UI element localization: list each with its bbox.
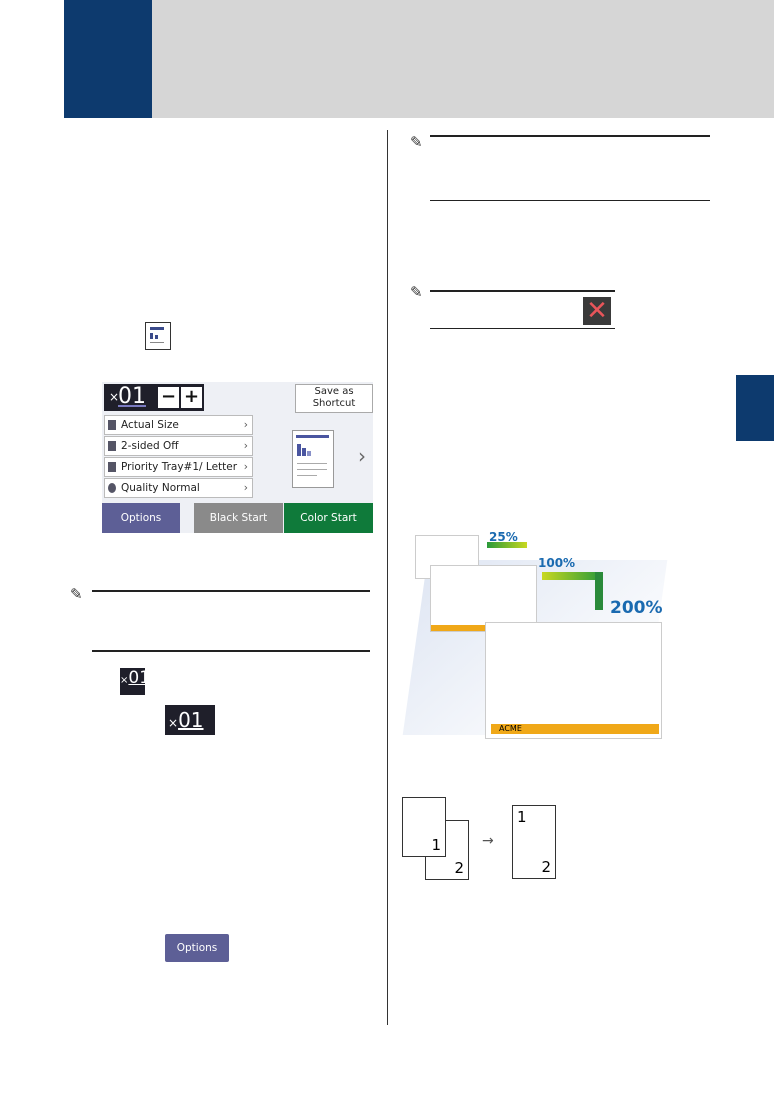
save-as-shortcut-button[interactable]: Save as Shortcut	[295, 384, 373, 413]
row-label: Actual Size	[121, 419, 179, 431]
note-rule-bottom	[430, 200, 710, 201]
next-page-chevron-icon[interactable]: ›	[358, 444, 366, 468]
note-rule-top	[430, 135, 710, 137]
row-label: Quality Normal	[121, 482, 200, 494]
enlarge-reduce-illustration: ACME 25% 100% 200%	[402, 530, 675, 740]
label-25: 25%	[489, 530, 518, 544]
label-100: 100%	[538, 556, 576, 570]
lcd-copy-screen: × 01 − + Save as Shortcut Actual Size › 2…	[102, 382, 373, 533]
setting-row-tray[interactable]: Priority Tray#1/ Letter ›	[104, 457, 253, 477]
chevron-right-icon: ›	[243, 461, 248, 473]
duplex-result-page: 12	[512, 805, 556, 879]
chapter-side-tab	[736, 375, 774, 441]
options-button[interactable]: Options	[102, 503, 180, 533]
chapter-header	[64, 0, 774, 118]
duplex-illustration: 2 1 → 12	[400, 795, 560, 885]
black-start-button[interactable]: Black Start	[194, 503, 283, 533]
enlarge-arrow	[542, 572, 602, 580]
close-x-icon: ✕	[583, 297, 611, 325]
copy-icon	[145, 322, 171, 350]
document-preview-icon	[292, 430, 334, 488]
setting-row-2sided[interactable]: 2-sided Off ›	[104, 436, 253, 456]
column-divider	[387, 130, 388, 1025]
copy-count-badge: ×01	[120, 668, 150, 695]
setting-row-quality[interactable]: Quality Normal ›	[104, 478, 253, 498]
page-1: 1	[402, 797, 446, 857]
note-rule-top	[430, 290, 615, 292]
enlarge-arrow-stem	[595, 572, 603, 610]
note-rule-bottom	[430, 328, 615, 329]
color-start-button[interactable]: Color Start	[284, 503, 373, 533]
chevron-right-icon: ›	[243, 482, 248, 494]
size-icon	[108, 420, 116, 430]
row-label: Priority Tray#1/ Letter	[121, 461, 238, 473]
note-pencil-icon: ✎	[410, 133, 423, 151]
plus-button[interactable]: +	[181, 387, 202, 408]
quality-icon	[108, 483, 116, 493]
note-rule-top	[92, 590, 370, 592]
note-pencil-icon: ✎	[410, 283, 423, 301]
count-value: 01	[118, 384, 146, 409]
minus-button[interactable]: −	[158, 387, 179, 408]
copy-count-display[interactable]: × 01 − +	[104, 384, 204, 411]
options-button[interactable]: Options	[165, 934, 229, 962]
copy-count-badge: ×01	[165, 705, 215, 735]
arrow-right-icon: →	[482, 833, 494, 849]
row-label: 2-sided Off	[121, 440, 179, 452]
page-200: ACME	[485, 622, 662, 739]
setting-row-size[interactable]: Actual Size ›	[104, 415, 253, 435]
tray-icon	[108, 462, 116, 472]
label-200: 200%	[610, 598, 663, 618]
chevron-right-icon: ›	[243, 440, 248, 452]
duplex-icon	[108, 441, 116, 451]
chapter-number-block	[64, 0, 152, 118]
note-rule-bottom	[92, 650, 370, 652]
chevron-right-icon: ›	[243, 419, 248, 431]
note-pencil-icon: ✎	[70, 585, 83, 603]
